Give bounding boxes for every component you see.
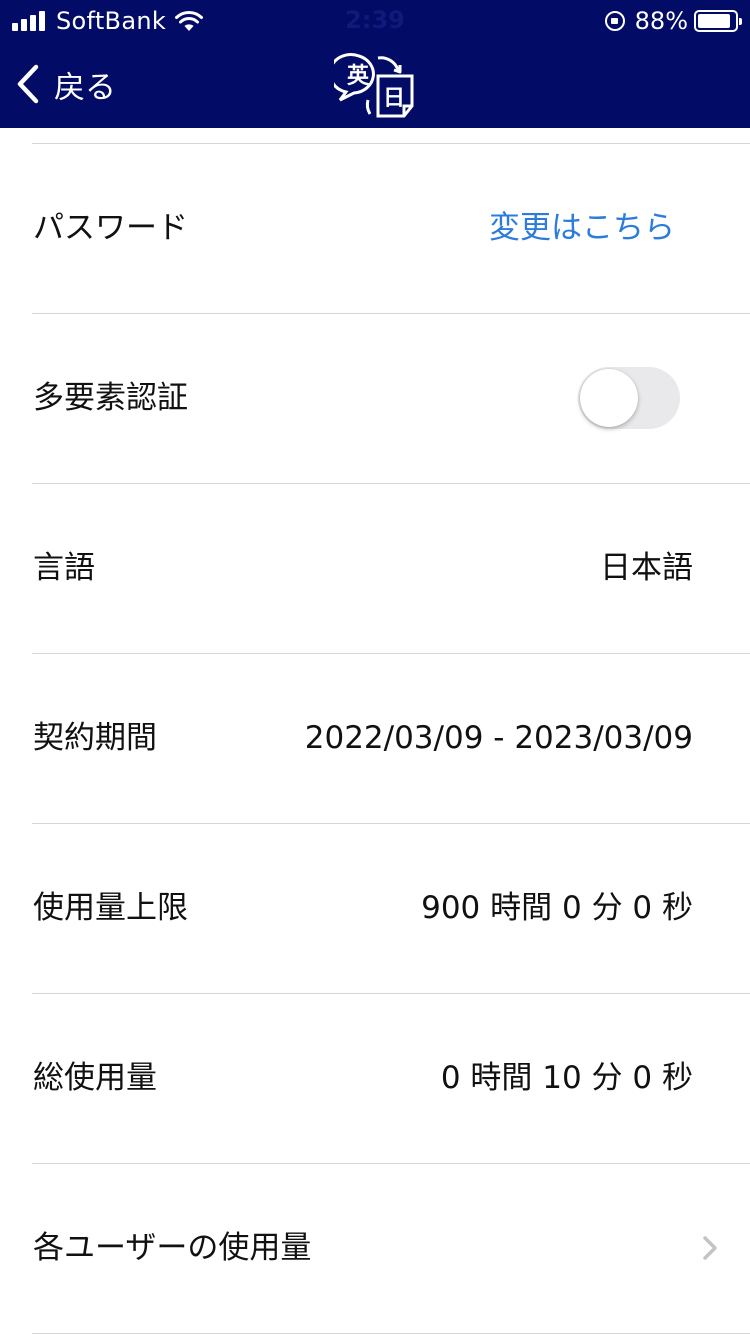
- usage-limit-label: 使用量上限: [33, 890, 188, 926]
- language-row[interactable]: 言語 日本語: [0, 483, 750, 653]
- language-value: 日本語: [600, 550, 693, 586]
- back-label: 戻る: [54, 69, 116, 106]
- chevron-right-icon: [703, 1236, 717, 1260]
- header-bar: SoftBank 2:39 88% 戻る 英 日: [0, 0, 750, 128]
- change-password-link[interactable]: 変更はこちら: [489, 143, 675, 313]
- contract-period-row: 契約期間 2022/03/09 - 2023/03/09: [0, 653, 750, 823]
- battery-icon: [694, 10, 742, 32]
- mfa-label: 多要素認証: [33, 380, 188, 416]
- orientation-lock-icon: [604, 11, 625, 31]
- usage-limit-row: 使用量上限 900 時間 0 分 0 秒: [0, 823, 750, 993]
- battery-percent: 88%: [634, 7, 688, 35]
- status-right: 88%: [604, 6, 742, 36]
- total-usage-row: 総使用量 0 時間 10 分 0 秒: [0, 993, 750, 1163]
- toggle-knob: [580, 369, 638, 427]
- per-user-usage-label: 各ユーザーの使用量: [33, 1230, 312, 1266]
- language-label: 言語: [33, 550, 95, 586]
- password-label: パスワード: [33, 210, 188, 246]
- logo-text-ja: 日: [383, 86, 405, 111]
- contract-period-value: 2022/03/09 - 2023/03/09: [304, 720, 693, 756]
- logo-text-en: 英: [347, 64, 370, 89]
- mfa-row: 多要素認証: [0, 313, 750, 483]
- translation-logo-icon: 英 日: [334, 53, 414, 118]
- back-button[interactable]: 戻る: [16, 60, 116, 108]
- usage-limit-value: 900 時間 0 分 0 秒: [421, 890, 693, 926]
- password-row: パスワード 変更はこちら: [0, 143, 750, 313]
- total-usage-value: 0 時間 10 分 0 秒: [440, 1060, 693, 1096]
- status-bar: SoftBank 2:39 88%: [0, 0, 750, 40]
- total-usage-label: 総使用量: [33, 1060, 157, 1096]
- per-user-usage-row[interactable]: 各ユーザーの使用量: [0, 1163, 750, 1333]
- mfa-toggle[interactable]: [578, 367, 680, 429]
- contract-period-label: 契約期間: [33, 720, 157, 756]
- chevron-left-icon: [17, 64, 39, 104]
